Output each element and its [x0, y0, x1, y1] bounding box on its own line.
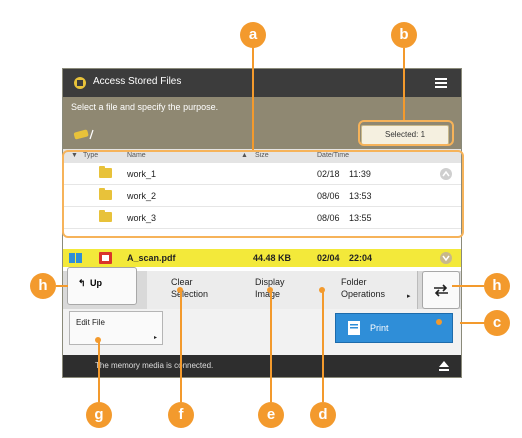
scroll-down-icon[interactable] — [439, 251, 453, 265]
callout-a: a — [240, 22, 266, 48]
callout-b: b — [391, 22, 417, 48]
button-label: Edit File — [76, 318, 105, 327]
callout-d: d — [310, 402, 336, 428]
more-arrow-icon: ▸ — [407, 293, 411, 300]
callout-dot — [177, 287, 183, 293]
selected-count-highlight — [358, 120, 454, 146]
file-list-highlight — [62, 150, 464, 238]
instruction-text: Select a file and specify the purpose. — [71, 102, 219, 112]
callout-line-d — [322, 290, 324, 402]
callout-e: e — [258, 402, 284, 428]
edit-file-button[interactable]: Edit File ▸ — [69, 311, 163, 345]
button-label: Folder — [341, 277, 367, 287]
instruction-bar: Select a file and specify the purpose. — [63, 97, 461, 119]
callout-dot — [95, 337, 101, 343]
menu-icon[interactable] — [435, 78, 447, 88]
callout-dot — [436, 319, 442, 325]
print-icon — [348, 321, 360, 335]
button-label: Operations — [341, 289, 386, 299]
status-bar: The memory media is connected. — [63, 355, 461, 377]
callout-dot — [319, 287, 325, 293]
refresh-icon — [434, 284, 448, 297]
display-image-button[interactable]: Display Image — [233, 271, 322, 309]
status-text: The memory media is connected. — [95, 361, 214, 370]
callout-line-f — [180, 290, 182, 402]
window-title: Access Stored Files — [93, 76, 182, 87]
callout-c: c — [484, 310, 510, 336]
callout-dot — [267, 287, 273, 293]
button-label: Print — [370, 323, 389, 333]
file-size: 44.48 KB — [253, 253, 292, 263]
action-button-row: ↰ Up Clear Selection Display Image Folde… — [63, 267, 461, 309]
up-label: Up — [90, 278, 102, 288]
print-button[interactable]: Print — [335, 313, 453, 343]
bottom-area: Edit File ▸ Print — [63, 309, 461, 355]
callout-line-g — [98, 340, 100, 402]
button-label: Clear — [171, 277, 193, 287]
callout-line-e — [270, 290, 272, 402]
eject-icon[interactable] — [439, 361, 449, 371]
callout-h-left: h — [30, 273, 56, 299]
callout-f: f — [168, 402, 194, 428]
callout-h-right: h — [484, 273, 510, 299]
app-icon — [74, 77, 86, 89]
title-bar: Access Stored Files — [63, 69, 461, 97]
refresh-button[interactable] — [422, 271, 460, 309]
clear-selection-button[interactable]: Clear Selection — [147, 271, 234, 309]
callout-line-h-right — [452, 285, 484, 287]
up-arrow-icon: ↰ — [78, 278, 86, 288]
pdf-icon — [99, 252, 112, 264]
callout-line-a — [252, 46, 254, 150]
callout-line-b — [403, 48, 405, 120]
file-name: A_scan.pdf — [127, 253, 176, 263]
folder-operations-button[interactable]: Folder Operations ▸ — [321, 271, 418, 309]
callout-line-h-left — [56, 285, 68, 287]
callout-g: g — [86, 402, 112, 428]
more-arrow-icon: ▸ — [154, 335, 158, 341]
up-button[interactable]: ↰ Up — [67, 267, 137, 305]
selected-file-row[interactable]: A_scan.pdf 44.48 KB 02/04 22:04 — [63, 249, 461, 267]
storage-path-icon — [73, 129, 94, 140]
file-date: 02/04 — [317, 253, 340, 263]
book-icon — [69, 253, 82, 263]
file-time: 22:04 — [349, 253, 373, 263]
